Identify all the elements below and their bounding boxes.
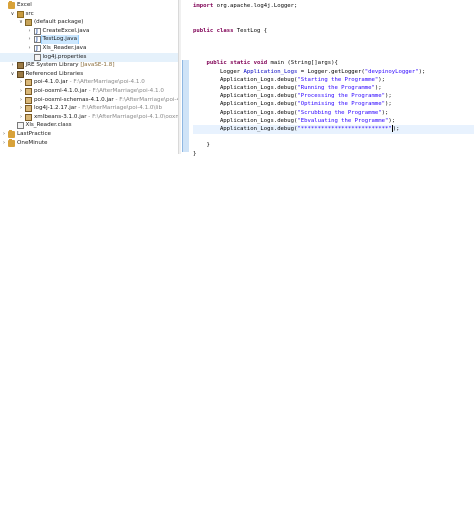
code-token: "Processing the Programme" [297, 93, 385, 100]
code-token: public [206, 60, 227, 67]
text-caret [391, 125, 393, 132]
library-icon [16, 62, 24, 70]
library-icon [16, 70, 24, 78]
current-code-line[interactable]: Application_Logs.debug("****************… [193, 125, 474, 134]
tree-item[interactable]: › OneMinute [0, 138, 178, 148]
code-token: "**************************" [297, 126, 392, 132]
java-file-icon [33, 36, 41, 44]
code-token: import [193, 3, 214, 9]
code-line[interactable]: } [193, 150, 474, 159]
code-line[interactable]: import org.apache.log4j.Logger; [193, 2, 474, 11]
tree-item-name: poi-4.1.0.jar [34, 79, 68, 86]
tree-item-decoration: - F:\AfterMarriage\poi-4.1.0\ooxml-li [86, 113, 178, 120]
project-icon [8, 130, 15, 138]
code-token: "devpinoyLogger" [364, 68, 419, 75]
source-folder-icon [16, 10, 24, 18]
project-icon [8, 1, 15, 9]
tree-item-name: JRE System Library [25, 62, 79, 69]
tree-item-name: poi-ooxml-4.1.0.jar [34, 88, 87, 94]
java-file-icon [33, 45, 41, 53]
tree-item-decoration: - F:\AfterMarriage\poi-4.1.0 [86, 88, 164, 94]
tree-item-name: Xls_Reader.class [25, 122, 72, 129]
tree-item-name: Excel [17, 2, 32, 8]
tree-item-name: TestLog.java [42, 36, 78, 43]
tree-item-name: LastPractice [17, 131, 51, 137]
tree-item-name: (default package) [34, 19, 84, 26]
tree-item-decoration: - F:\AfterMarriage\poi-4.1. [115, 96, 179, 103]
jar-icon [25, 79, 32, 87]
tree-item-name: Referenced Libraries [25, 70, 84, 77]
code-editor[interactable]: import org.apache.log4j.Logger; public cl… [181, 0, 474, 160]
ruler-highlight [182, 60, 189, 152]
code-token: "Ebvaluating the Programme" [297, 117, 389, 124]
code-token: "Optimising the Programme" [297, 101, 385, 108]
tree-item-decoration: - F:\AfterMarriage\poi-4.1.0 [67, 79, 145, 86]
package-icon [25, 19, 32, 27]
java-file-icon [33, 27, 41, 36]
project-icon [8, 138, 15, 147]
properties-file-icon [33, 53, 41, 61]
tree-item-name: log4j-1.2.17.jar [34, 105, 77, 112]
code-token: static [230, 60, 251, 67]
tree-item-label: OneMinute [16, 139, 49, 148]
jar-icon [25, 96, 32, 104]
class-file-icon [16, 122, 24, 130]
tree-item-name: log4j.properties [42, 53, 87, 60]
tree-item-name: xmlbeans-3.1.0.jar [34, 113, 87, 120]
code-token: public [193, 27, 214, 34]
code-line[interactable]: public class TestLog { [193, 27, 474, 36]
tree-item-decoration: [JavaSE-1.8] [78, 62, 115, 69]
tree-item-decoration: - F:\AfterMarriage\poi-4.1.0\lib [76, 105, 163, 112]
code-token: class [216, 27, 234, 34]
chevron-right-icon[interactable]: › [1, 139, 7, 148]
overview-ruler[interactable] [181, 0, 189, 154]
tree-item-name: CreateExcel.java [42, 27, 90, 34]
code-token: "Starting the Programme" [297, 76, 379, 83]
code-token: void [253, 60, 268, 67]
package-explorer[interactable]: Excel∨src∨(default package)›CreateExcel.… [0, 0, 178, 518]
tree-item-name: Xls_Reader.java [42, 45, 87, 51]
jar-icon [25, 88, 32, 95]
tree-item-name: src [25, 10, 34, 17]
code-area[interactable]: import org.apache.log4j.Logger; public cl… [193, 0, 474, 160]
tree-item-name: OneMinute [17, 139, 48, 146]
code-token: "Scrubbing the Programme" [297, 109, 382, 116]
tree-item-name: poi-ooxml-schemas-4.1.0.jar [34, 96, 114, 103]
code-token: "Running the Programme" [297, 85, 375, 91]
jar-icon [25, 105, 32, 113]
jar-icon [25, 113, 32, 121]
code-token: Application_Logs [243, 68, 298, 75]
